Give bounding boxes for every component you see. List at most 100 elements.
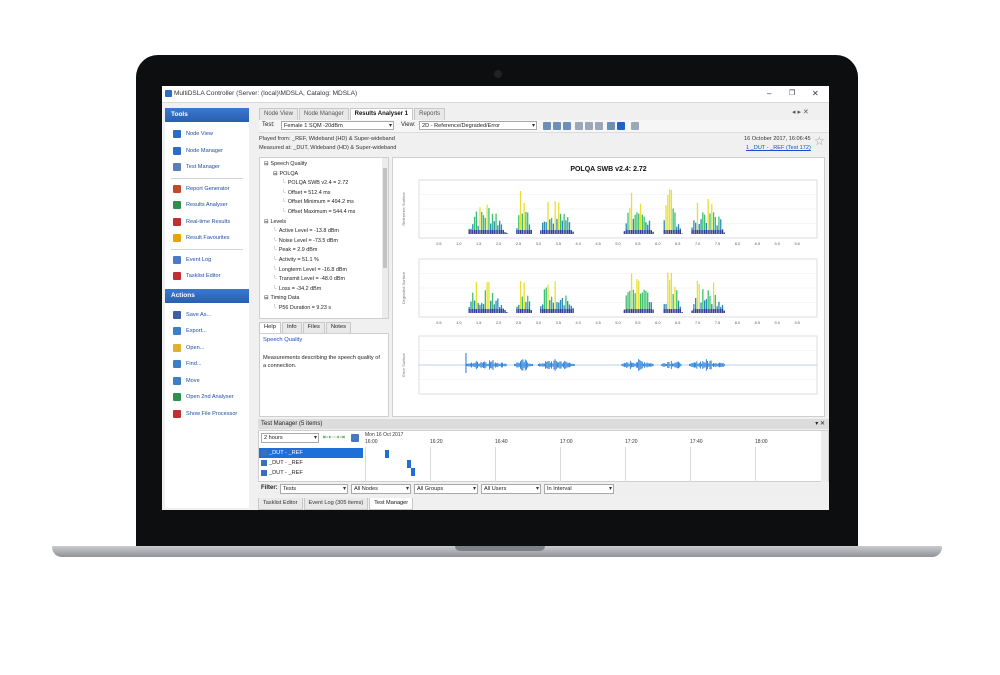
calendar-icon[interactable] <box>351 434 359 442</box>
help-tab-files[interactable]: Files <box>302 322 325 333</box>
actions-item-open-2nd-analyser[interactable]: Open 2nd Analyser <box>165 389 249 406</box>
help-box: Speech Quality Measurements describing t… <box>259 333 389 417</box>
tools-item-result-favourites[interactable]: Result Favourites <box>165 230 249 247</box>
actions-item-move[interactable]: Move <box>165 373 249 390</box>
test-manager-scrollbar[interactable] <box>821 431 828 482</box>
test-row[interactable]: _DUT - _REF <box>259 468 363 478</box>
close-icon[interactable]: ✕ <box>812 89 819 98</box>
zoom-icon[interactable] <box>563 122 571 130</box>
copy-icon[interactable] <box>575 122 583 130</box>
filter-select-tests[interactable]: Tests <box>280 484 348 494</box>
tools-item-tasklist-editor[interactable]: Tasklist Editor <box>165 268 249 285</box>
test-list: _DUT - _REF _DUT - _REF _DUT - _REF <box>259 448 363 478</box>
actions-item-find[interactable]: Find... <box>165 356 249 373</box>
bottom-tab-tasklist-editor[interactable]: Tasklist Editor <box>258 498 303 510</box>
tree-node[interactable]: └ Noise Level = -73.5 dBm <box>273 238 338 244</box>
delete-icon[interactable] <box>585 122 593 130</box>
tools-item-event-log[interactable]: Event Log <box>165 252 249 269</box>
layout-icon[interactable] <box>553 122 561 130</box>
tools-item-results-analyser[interactable]: Results Analyser <box>165 197 249 214</box>
test-row[interactable]: _DUT - _REF <box>259 458 363 468</box>
favourite-star-icon[interactable]: ☆ <box>814 134 825 148</box>
bottom-tab-event-log-305-items[interactable]: Event Log (305 items) <box>303 498 369 510</box>
tree-node[interactable]: └ Offset Minimum = 494.2 ms <box>282 199 354 205</box>
test-marker[interactable] <box>385 450 389 458</box>
export-chart-icon[interactable] <box>617 122 625 130</box>
tree-node[interactable]: └ Peak = 2.9 dBm <box>273 247 317 253</box>
chart-tick-label: 8.0 <box>735 242 740 246</box>
refresh-icon[interactable] <box>631 122 639 130</box>
tree-toggle-icon[interactable]: ⊟ <box>264 161 269 167</box>
filter-label: Filter: <box>261 485 278 491</box>
chart-bar-base <box>700 230 702 234</box>
test-select[interactable]: Female 1 SQM -20dBm <box>281 121 394 131</box>
tree-node[interactable]: ⊟ Timing Data <box>264 295 299 301</box>
chart-tick-label: 6.5 <box>675 321 680 325</box>
tools-item-report-generator[interactable]: Report Generator <box>165 181 249 198</box>
tree-node[interactable]: ⊟ Speech Quality <box>264 161 307 167</box>
test-marker[interactable] <box>407 460 411 468</box>
tools-item-node-manager[interactable]: Node Manager <box>165 143 249 160</box>
maximize-icon[interactable]: ❐ <box>789 89 795 97</box>
actions-item-save-as[interactable]: Save As... <box>165 307 249 324</box>
tree-node[interactable]: ⊟ Levels <box>264 219 286 225</box>
settings-icon[interactable] <box>607 122 615 130</box>
main-tabs: Node View Node Manager Results Analyser 1R… <box>259 108 446 120</box>
chart-bar-base <box>702 230 704 234</box>
test-manager-close-icon[interactable]: ▾ ✕ <box>815 419 825 429</box>
help-tab-notes[interactable]: Notes <box>325 322 352 333</box>
actions-item-open[interactable]: Open... <box>165 340 249 357</box>
help-tab-info[interactable]: Info <box>281 322 302 333</box>
chart-bar-base <box>495 230 497 234</box>
chart-bar-base <box>712 309 715 313</box>
tree-node[interactable]: └ P56 Duration = 9.23 s <box>273 305 331 311</box>
tools-item-real-time-results[interactable]: Real-time Results <box>165 214 249 231</box>
chart-bar-base <box>625 309 627 313</box>
result-link[interactable]: 1 _DUT - _REF (Test 172) <box>746 145 811 151</box>
tree-node[interactable]: └ POLQA SWB v2.4 = 2.72 <box>282 180 348 186</box>
actions-item-export[interactable]: Export... <box>165 323 249 340</box>
tree-node[interactable]: └ Offset Maximum = 544.4 ms <box>282 209 355 215</box>
tree-toggle-icon[interactable]: ⊟ <box>264 295 269 301</box>
filter-select-all-users[interactable]: All Users <box>481 484 541 494</box>
view-label: View: <box>401 122 416 128</box>
view-select[interactable]: 2D - Reference/Degraded/Error <box>419 121 537 131</box>
tab-results-analyser-1[interactable]: Results Analyser 1 <box>349 108 414 120</box>
tab-node-manager[interactable]: Node Manager <box>298 108 349 120</box>
tree-node[interactable]: └ Active Level = -13.8 dBm <box>273 228 339 234</box>
range-select[interactable]: 2 hours <box>261 433 319 443</box>
filter-select-in-interval[interactable]: In Interval <box>544 484 614 494</box>
tree-scrollbar[interactable] <box>382 158 388 318</box>
tree-node[interactable]: └ Loss = -34.2 dBm <box>273 286 321 292</box>
chart-bar-base <box>470 309 472 313</box>
chart-bar-base <box>652 309 654 313</box>
chart-bar <box>630 273 633 313</box>
tools-item-node-view[interactable]: Node View <box>165 126 249 143</box>
actions-item-show-file-processor[interactable]: Show File Processor <box>165 406 249 423</box>
tab-reports[interactable]: Reports <box>414 108 446 120</box>
test-row[interactable]: _DUT - _REF <box>259 448 363 458</box>
chart-bar-base <box>470 230 472 234</box>
test-marker[interactable] <box>411 468 415 476</box>
chart-bar-base <box>502 230 504 234</box>
tree-toggle-icon[interactable]: ⊟ <box>273 171 278 177</box>
grid-icon[interactable] <box>543 122 551 130</box>
tab-node-view[interactable]: Node View <box>259 108 298 120</box>
chart-bar-base <box>468 230 470 234</box>
tools-item-test-manager[interactable]: Test Manager <box>165 159 249 176</box>
tree-node[interactable]: └ Offset = 512.4 ms <box>282 190 330 196</box>
filter-select-all-groups[interactable]: All Groups <box>414 484 478 494</box>
tree-node[interactable]: └ Longterm Level = -16.8 dBm <box>273 267 347 273</box>
tree-node[interactable]: └ Activity = 51.1 % <box>273 257 319 263</box>
help-tab-help[interactable]: Help <box>259 322 281 333</box>
tree-toggle-icon[interactable]: ⊟ <box>264 219 269 225</box>
tree-node[interactable]: ⊟ POLQA <box>273 171 298 177</box>
print-icon[interactable] <box>595 122 603 130</box>
filter-select-all-nodes[interactable]: All Nodes <box>351 484 411 494</box>
timeline-nav-icon[interactable]: ⇤⇠⇢⇥ <box>323 433 345 441</box>
bottom-tab-test-manager[interactable]: Test Manager <box>369 498 414 510</box>
tab-nav-icon[interactable]: ◂ ▸ ✕ <box>792 108 809 116</box>
minimize-icon[interactable]: – <box>767 89 771 98</box>
chart-tick-label: 9.0 <box>775 321 780 325</box>
tree-node[interactable]: └ Transmit Level = -48.0 dBm <box>273 276 345 282</box>
